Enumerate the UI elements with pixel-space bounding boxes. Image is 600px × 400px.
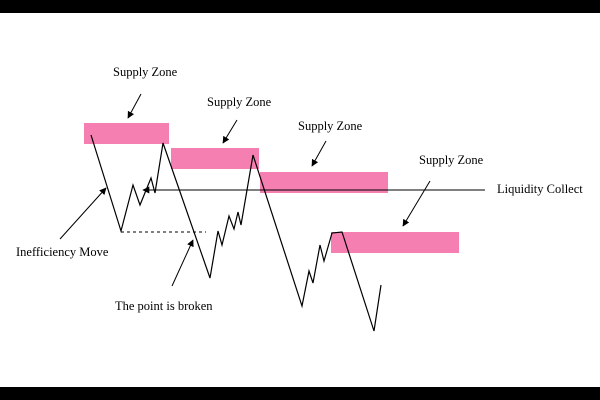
label-supply-zone-4: Supply Zone — [419, 153, 484, 167]
label-supply-zone-1: Supply Zone — [113, 65, 178, 79]
arrow-supply-zone-1 — [127, 93, 142, 119]
supply-zone-4 — [331, 232, 459, 253]
arrow-inefficiency — [59, 187, 107, 240]
supply-zone-diagram: Supply Zone Supply Zone Supply Zone Supp… — [16, 65, 583, 332]
supply-zone-2 — [171, 148, 259, 169]
arrow-supply-zone-3 — [311, 140, 327, 167]
label-supply-zone-3: Supply Zone — [298, 119, 363, 133]
arrow-supply-zone-2 — [222, 119, 238, 144]
image-frame: Supply Zone Supply Zone Supply Zone Supp… — [0, 0, 600, 400]
arrow-break-point — [171, 239, 194, 287]
label-supply-zone-2: Supply Zone — [207, 95, 272, 109]
label-liquidity-collect: Liquidity Collect — [497, 182, 583, 196]
label-point-broken: The point is broken — [115, 299, 213, 313]
label-inefficiency-move: Inefficiency Move — [16, 245, 109, 259]
supply-zone-1 — [84, 123, 169, 144]
arrow-supply-zone-4 — [402, 180, 431, 227]
